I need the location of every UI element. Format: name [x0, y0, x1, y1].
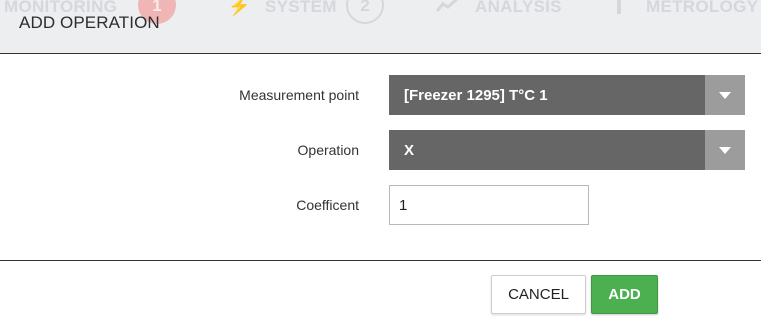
modal-header: ADD OPERATION: [0, 0, 761, 54]
measurement-point-row: Measurement point [Freezer 1295] T°C 1: [0, 75, 761, 115]
coefficient-label: Coefficent: [296, 197, 359, 213]
operation-select[interactable]: X: [389, 130, 745, 170]
measurement-point-select[interactable]: [Freezer 1295] T°C 1: [389, 75, 745, 115]
measurement-point-label: Measurement point: [239, 87, 359, 103]
operation-row: Operation X: [0, 130, 761, 170]
chevron-down-icon[interactable]: [705, 130, 745, 170]
operation-label: Operation: [297, 142, 359, 158]
measurement-point-value: [Freezer 1295] T°C 1: [404, 86, 548, 104]
cancel-button[interactable]: CANCEL: [491, 275, 586, 314]
add-button[interactable]: ADD: [591, 275, 658, 314]
coefficient-input[interactable]: [389, 185, 589, 225]
coefficient-row: Coefficent: [0, 185, 761, 225]
modal-title: ADD OPERATION: [19, 13, 160, 32]
modal-footer: CANCEL ADD: [0, 260, 761, 318]
operation-value: X: [404, 141, 415, 159]
chevron-down-icon[interactable]: [705, 75, 745, 115]
